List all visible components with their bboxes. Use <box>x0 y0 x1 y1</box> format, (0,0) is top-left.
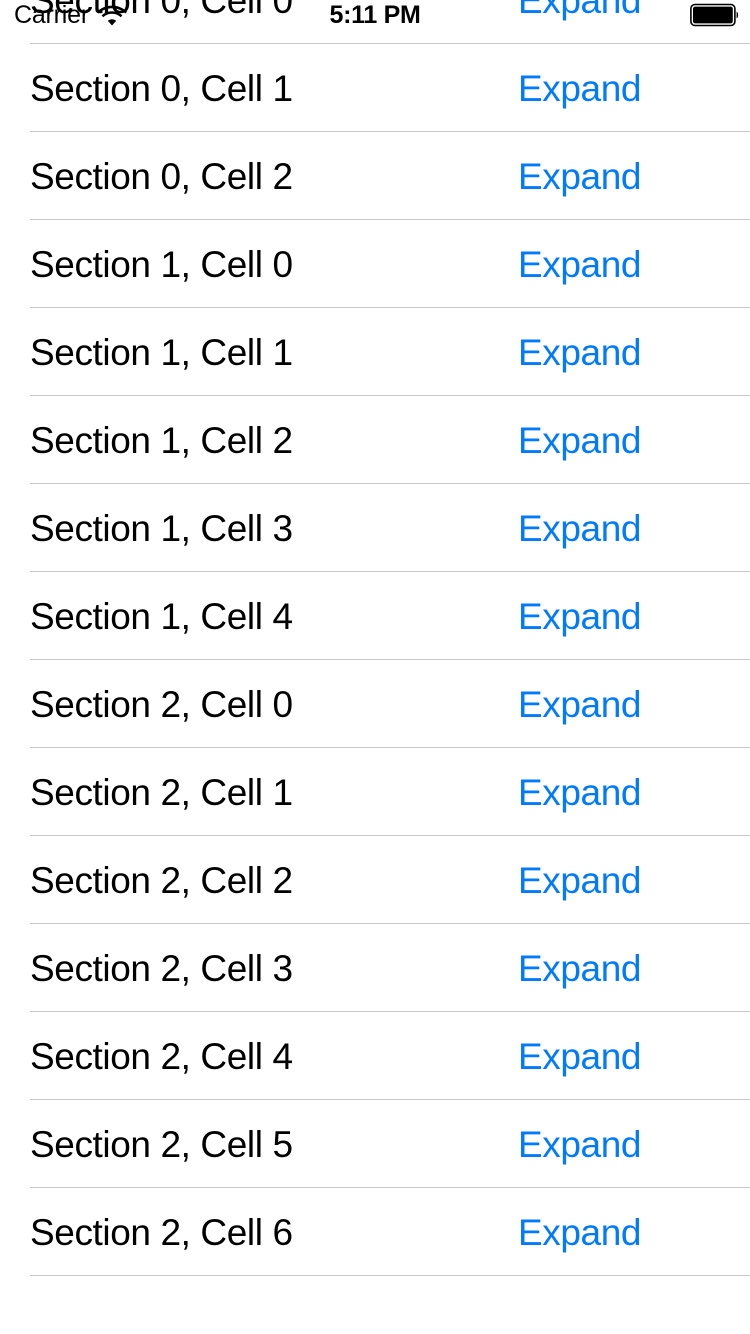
expand-button[interactable]: Expand <box>518 686 641 723</box>
table-row-content: Section 2, Cell 2 Expand <box>0 836 750 924</box>
table-row-content: Section 1, Cell 2 Expand <box>0 396 750 484</box>
table-row[interactable]: Section 2, Cell 0 Expand <box>0 660 750 748</box>
table-row-title: Section 1, Cell 4 <box>30 595 293 637</box>
expand-button[interactable]: Expand <box>518 510 641 547</box>
expand-button[interactable]: Expand <box>518 950 641 987</box>
table-row-content: Section 2, Cell 1 Expand <box>0 748 750 836</box>
expand-button[interactable]: Expand <box>518 246 641 283</box>
table-row-title: Section 0, Cell 1 <box>30 67 293 109</box>
table-row-title: Section 0, Cell 0 <box>30 0 293 21</box>
expand-button[interactable]: Expand <box>518 598 641 635</box>
table-row-title: Section 2, Cell 0 <box>30 683 293 725</box>
table-row[interactable]: Section 2, Cell 1 Expand <box>0 748 750 836</box>
table-row[interactable]: Section 2, Cell 4 Expand <box>0 1012 750 1100</box>
expand-button[interactable]: Expand <box>518 422 641 459</box>
table-rows-container: Section 0, Cell 0 Expand Section 0, Cell… <box>0 0 750 1276</box>
table-row-content: Section 1, Cell 0 Expand <box>0 220 750 308</box>
expand-button[interactable]: Expand <box>518 862 641 899</box>
expand-button[interactable]: Expand <box>518 70 641 107</box>
expand-button[interactable]: Expand <box>518 774 641 811</box>
table-row-content: Section 0, Cell 2 Expand <box>0 132 750 220</box>
table-row-title: Section 2, Cell 3 <box>30 947 293 989</box>
table-row[interactable]: Section 1, Cell 3 Expand <box>0 484 750 572</box>
table-row-title: Section 2, Cell 5 <box>30 1123 293 1165</box>
table-row-title: Section 0, Cell 2 <box>30 155 293 197</box>
expand-button[interactable]: Expand <box>518 0 641 19</box>
table-row-content: Section 0, Cell 1 Expand <box>0 44 750 132</box>
table-row-content: Section 2, Cell 4 Expand <box>0 1012 750 1100</box>
table-row[interactable]: Section 1, Cell 4 Expand <box>0 572 750 660</box>
table-row[interactable]: Section 2, Cell 5 Expand <box>0 1100 750 1188</box>
expand-button[interactable]: Expand <box>518 158 641 195</box>
row-separator <box>30 1275 750 1276</box>
table-row-title: Section 1, Cell 3 <box>30 507 293 549</box>
table-row-title: Section 2, Cell 2 <box>30 859 293 901</box>
table-row-title: Section 1, Cell 0 <box>30 243 293 285</box>
table-row[interactable]: Section 1, Cell 2 Expand <box>0 396 750 484</box>
expand-button[interactable]: Expand <box>518 334 641 371</box>
table-row[interactable]: Section 0, Cell 0 Expand <box>0 0 750 44</box>
table-row[interactable]: Section 0, Cell 2 Expand <box>0 132 750 220</box>
table-row-title: Section 1, Cell 1 <box>30 331 293 373</box>
table-row-title: Section 2, Cell 1 <box>30 771 293 813</box>
table-row-title: Section 2, Cell 6 <box>30 1211 293 1253</box>
table-row[interactable]: Section 1, Cell 0 Expand <box>0 220 750 308</box>
expand-button[interactable]: Expand <box>518 1214 641 1251</box>
expand-button[interactable]: Expand <box>518 1126 641 1163</box>
table-row[interactable]: Section 2, Cell 6 Expand <box>0 1188 750 1276</box>
table-row-content: Section 1, Cell 3 Expand <box>0 484 750 572</box>
table-row-content: Section 2, Cell 6 Expand <box>0 1188 750 1276</box>
table-row-content: Section 2, Cell 3 Expand <box>0 924 750 1012</box>
table-row[interactable]: Section 2, Cell 2 Expand <box>0 836 750 924</box>
table-view[interactable]: Section 0, Cell 0 Expand Section 0, Cell… <box>0 0 750 1334</box>
table-row-content: Section 1, Cell 1 Expand <box>0 308 750 396</box>
expand-button[interactable]: Expand <box>518 1038 641 1075</box>
table-row[interactable]: Section 1, Cell 1 Expand <box>0 308 750 396</box>
table-row-content: Section 0, Cell 0 Expand <box>0 0 750 44</box>
table-row-content: Section 2, Cell 0 Expand <box>0 660 750 748</box>
table-row-title: Section 2, Cell 4 <box>30 1035 293 1077</box>
table-row[interactable]: Section 0, Cell 1 Expand <box>0 44 750 132</box>
table-row-title: Section 1, Cell 2 <box>30 419 293 461</box>
table-row-content: Section 2, Cell 5 Expand <box>0 1100 750 1188</box>
table-row-content: Section 1, Cell 4 Expand <box>0 572 750 660</box>
table-row[interactable]: Section 2, Cell 3 Expand <box>0 924 750 1012</box>
